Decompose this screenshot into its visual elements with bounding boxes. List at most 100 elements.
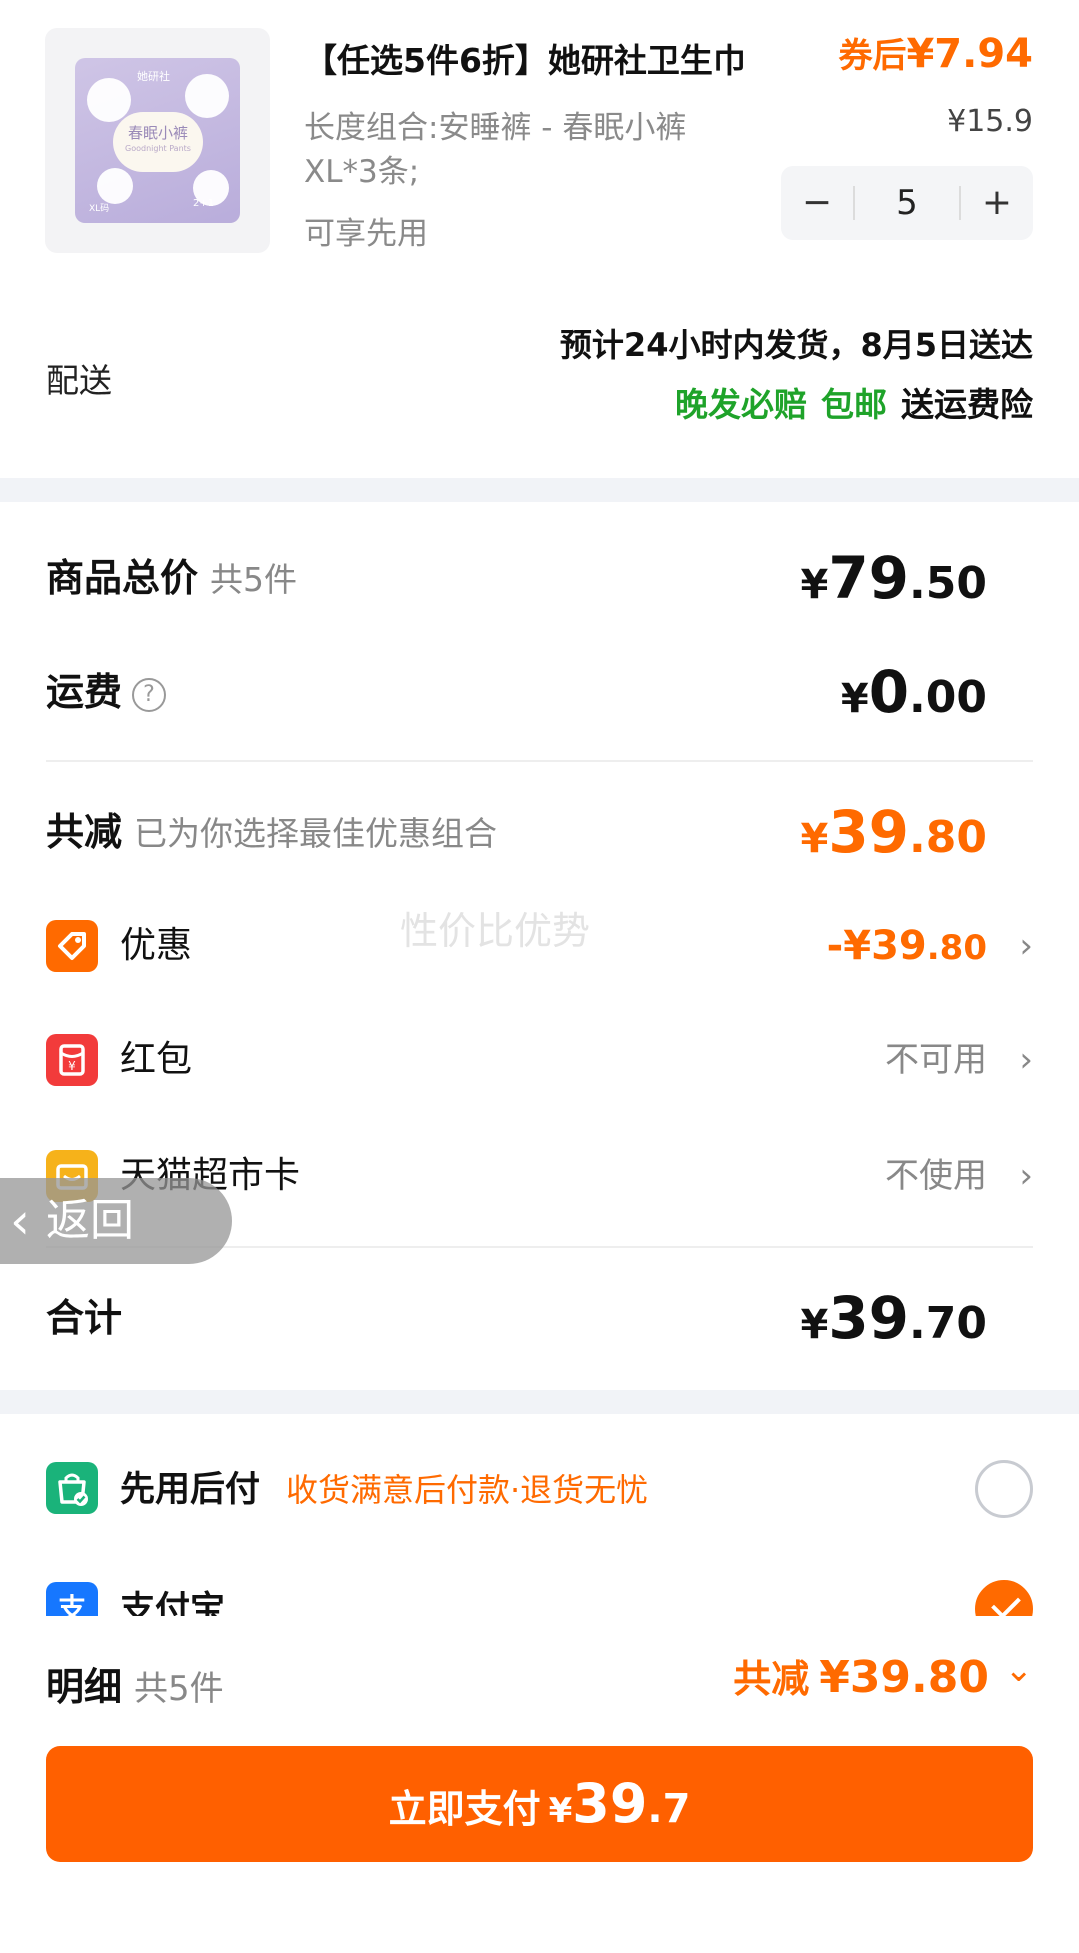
shipping-insurance-tag: 送运费险 [901, 385, 1033, 424]
tmall-card-value: 不使用 [885, 1156, 987, 1196]
cloud-shape [97, 168, 133, 204]
amount-decimal: .00 [909, 672, 987, 723]
amount-integer: 79 [828, 544, 910, 612]
divider [46, 760, 1033, 762]
coupon-price-label: 券后 [838, 36, 907, 76]
svg-text:支: 支 [58, 1592, 86, 1616]
section-separator [0, 1390, 1079, 1414]
increase-quantity-button[interactable]: + [961, 166, 1033, 240]
product-package-illustration: 她研社 春眠小裤 Goodnight Pants XL码 2+1 [75, 58, 240, 223]
chevron-down-icon[interactable]: ⌄ [1005, 1650, 1034, 1690]
red-packet-value: 不可用 [885, 1040, 987, 1080]
detail-label[interactable]: 明细 共5件 [46, 1656, 224, 1711]
shipping-row: 配送 预计24小时内发货，8月5日送达 晚发必赔 包邮 送运费险 [0, 300, 1079, 470]
amount-integer: 39 [828, 798, 910, 866]
currency-symbol: ¥ [800, 816, 829, 862]
goods-count: 共5件 [210, 560, 298, 599]
pay-amount-decimal: .7 [647, 1786, 691, 1832]
discount-title: 共减 [46, 810, 123, 854]
product-card: 她研社 春眠小裤 Goodnight Pants XL码 2+1 【任选5件6折… [0, 0, 1079, 270]
coupon-price-value: ¥7.94 [906, 31, 1033, 77]
pay-later-option[interactable]: 先用后付 收货满意后付款·退货无忧 [0, 1430, 1079, 1550]
detail-title: 明细 [46, 1665, 123, 1709]
freight-row: 运费? ¥0.00 [0, 642, 1079, 742]
goods-total-title: 商品总价 [46, 556, 199, 600]
footer-discount-value: ¥39.80 [819, 1652, 989, 1703]
alipay-radio[interactable] [975, 1580, 1033, 1616]
free-shipping-tag: 包邮 [821, 385, 887, 424]
package-subtitle: Goodnight Pants [125, 144, 191, 153]
cloud-shape [87, 78, 131, 122]
shipping-estimate: 预计24小时内发货，8月5日送达 [559, 326, 1033, 364]
red-packet-icon: ¥ [46, 1034, 98, 1086]
chevron-right-icon: › [1019, 1156, 1033, 1196]
package-name: 春眠小裤 [127, 124, 188, 142]
red-packet-label: 红包 [120, 1039, 193, 1080]
tag-icon [46, 920, 98, 972]
shipping-tags: 晚发必赔 包邮 送运费险 [675, 378, 1033, 426]
package-count: 2+1 [193, 198, 215, 209]
freight-amount: ¥0.00 [841, 642, 987, 742]
product-spec-line2[interactable]: XL*3条; [304, 146, 419, 191]
amount-integer: 0 [868, 658, 910, 726]
product-image[interactable]: 她研社 春眠小裤 Goodnight Pants XL码 2+1 [45, 28, 270, 253]
product-perk: 可享先用 [304, 216, 428, 252]
help-icon[interactable]: ? [132, 677, 167, 712]
svg-text:¥: ¥ [68, 1059, 76, 1073]
package-size: XL码 [89, 204, 110, 214]
pay-now-label: 立即支付 [388, 1787, 541, 1831]
watermark: 性价比优势 [400, 909, 591, 953]
amount-integer: 39 [828, 1284, 910, 1352]
currency-symbol: ¥ [800, 1302, 829, 1348]
pay-now-button[interactable]: 立即支付 ¥39.7 [46, 1746, 1033, 1862]
back-label: 返回 [46, 1195, 134, 1246]
quantity-stepper: − 5 + [781, 166, 1033, 240]
amount-decimal: .80 [909, 812, 987, 863]
promotion-value: -¥39.80 [827, 896, 987, 996]
chevron-right-icon: › [1019, 1040, 1033, 1080]
alipay-option[interactable]: 支 支付宝 [0, 1550, 1079, 1616]
pay-later-tip: 收货满意后付款·退货无忧 [286, 1471, 649, 1509]
pay-later-radio[interactable] [975, 1460, 1033, 1518]
chevron-right-icon: › [1019, 926, 1033, 966]
currency-symbol: ¥ [840, 676, 869, 722]
late-compensation-tag: 晚发必赔 [675, 385, 807, 424]
goods-total-row: 商品总价 共5件 ¥79.50 [0, 528, 1079, 628]
detail-count: 共5件 [134, 1669, 224, 1709]
shipping-label: 配送 [46, 361, 112, 400]
cloud-shape [185, 74, 229, 118]
alipay-icon: 支 [46, 1582, 98, 1616]
red-packet-row[interactable]: ¥ 红包 不可用 › [0, 1010, 1079, 1110]
goods-total-amount: ¥79.50 [800, 528, 987, 628]
chevron-left-icon: ‹ [10, 1192, 30, 1250]
freight-title: 运费 [46, 670, 123, 714]
discount-note: 已为你选择最佳优惠组合 [134, 814, 498, 853]
grand-total-row: 合计 ¥39.70 [0, 1268, 1079, 1368]
promotion-label: 优惠 [120, 925, 193, 966]
shopping-bag-icon [46, 1462, 98, 1514]
currency-symbol: ¥ [548, 1791, 573, 1831]
footer-discount: 共减 ¥39.80 [733, 1648, 989, 1703]
grand-total-label: 合计 [46, 1296, 123, 1340]
product-title[interactable]: 【任选5件6折】她研社卫生巾 [304, 34, 746, 82]
checkout-footer: 明细 共5件 共减 ¥39.80 ⌄ 立即支付 ¥39.7 [0, 1616, 1079, 1953]
discount-total-amount: ¥39.80 [800, 782, 987, 882]
discount-total-row: 共减 已为你选择最佳优惠组合 ¥39.80 [0, 782, 1079, 882]
back-button[interactable]: ‹ 返回 [0, 1178, 232, 1264]
goods-total-label: 商品总价 共5件 [46, 528, 297, 628]
grand-total-amount: ¥39.70 [800, 1268, 987, 1368]
freight-label: 运费? [46, 642, 167, 742]
decrease-quantity-button[interactable]: − [781, 166, 853, 240]
quantity-value[interactable]: 5 [865, 166, 949, 240]
currency-symbol: ¥ [800, 562, 829, 608]
product-spec-line1[interactable]: 长度组合:安睡裤 - 春眠小裤 [304, 102, 686, 147]
amount-decimal: .70 [909, 1298, 987, 1349]
product-original-price: ¥15.9 [947, 104, 1033, 139]
pay-later-label: 先用后付 [120, 1470, 261, 1510]
stepper-divider [853, 186, 855, 220]
pay-amount-integer: 39 [572, 1772, 648, 1835]
discount-total-label: 共减 已为你选择最佳优惠组合 [46, 782, 497, 882]
footer-discount-label: 共减 [733, 1657, 810, 1701]
product-coupon-price: 券后¥7.94 [838, 28, 1033, 77]
section-separator [0, 478, 1079, 502]
